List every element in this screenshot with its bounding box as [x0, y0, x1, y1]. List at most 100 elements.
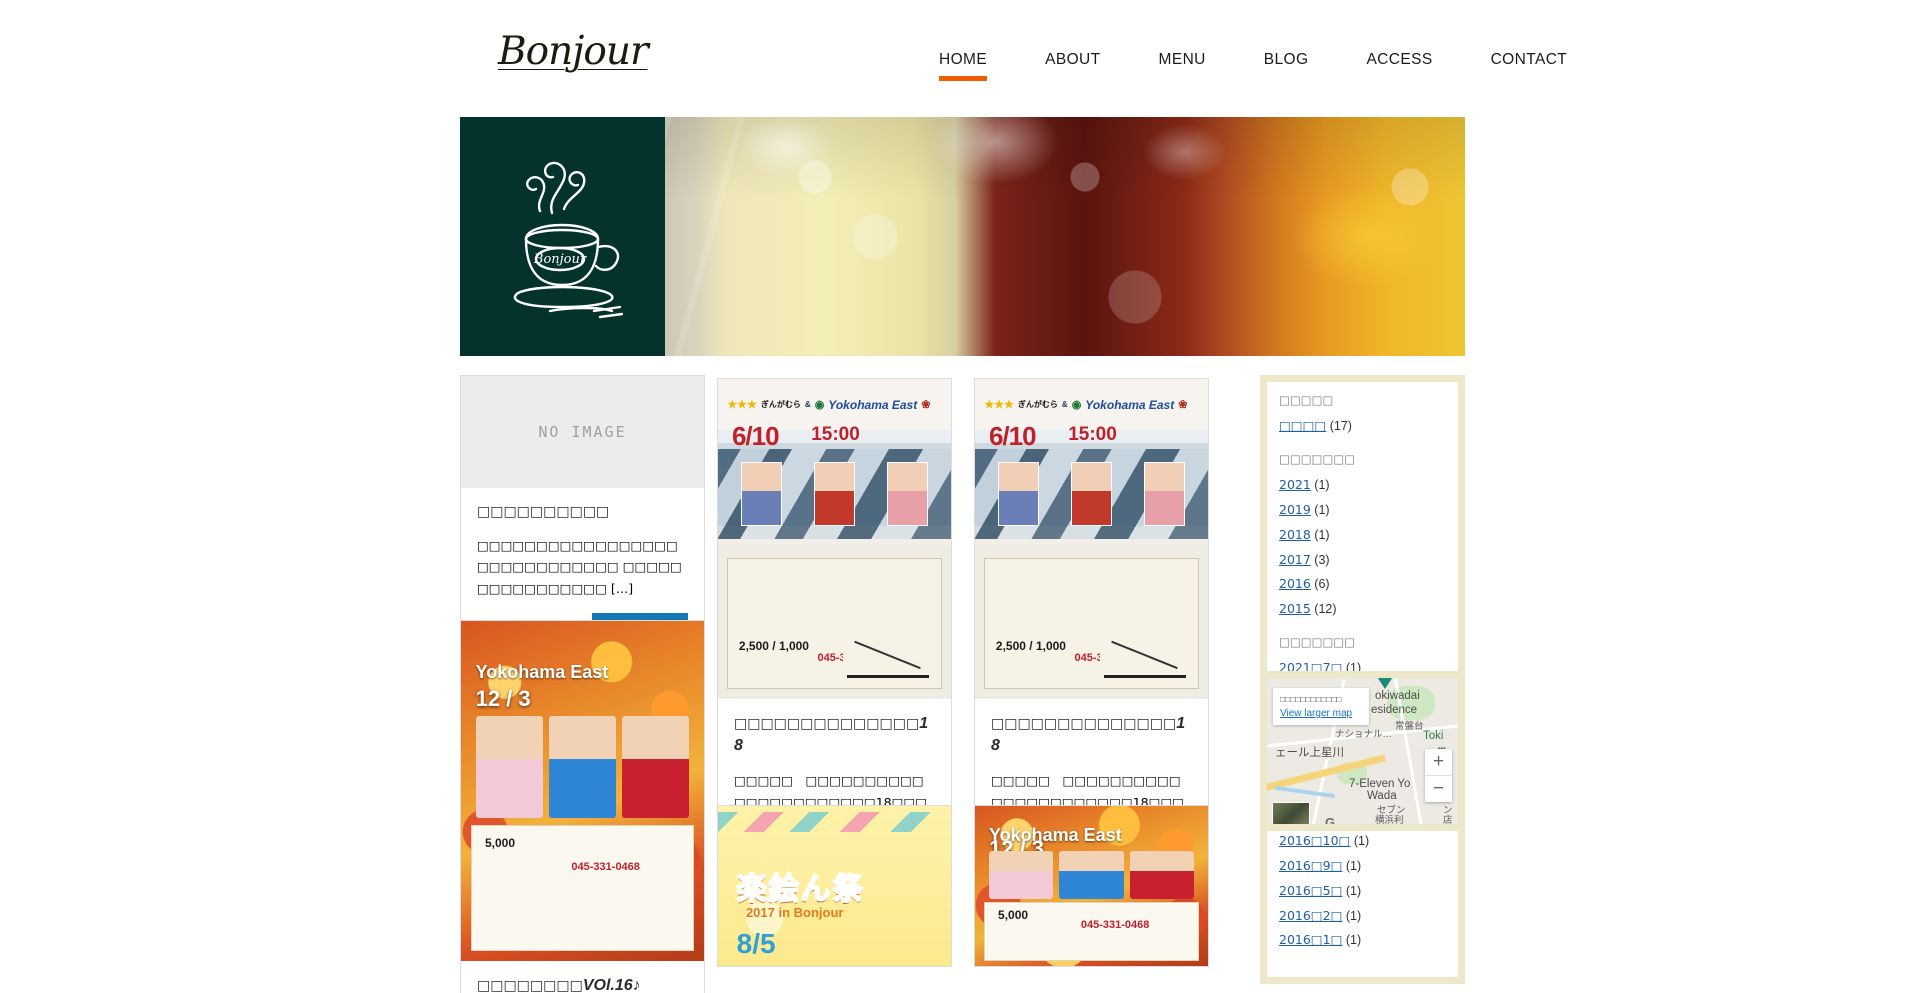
flyer-phone: 045-331-0468	[1080, 919, 1150, 931]
widget-list-item: 2021 (1)	[1279, 473, 1446, 498]
flyer-performers	[475, 716, 690, 819]
map-location-marker[interactable]	[1374, 678, 1396, 689]
concert-flyer-artwork: ★★★ ぎんがむら & ◉ Yokohama East ❀ 6/10 15:00 2,500 /…	[975, 379, 1208, 699]
widget-link[interactable]: 2021	[1279, 477, 1311, 492]
flyer-phone: 045-331-0468	[571, 860, 640, 873]
widget-list: 2021 (1) 2019 (1) 2018 (1) 2017 (3) 2016 (6)…	[1279, 473, 1446, 622]
widget-link[interactable]: 2016□2□	[1279, 908, 1342, 923]
flyer-time: 15:00	[811, 423, 860, 445]
widget-link[interactable]: 2017	[1279, 552, 1311, 567]
nav-item-label: HOME	[939, 51, 988, 68]
flyer-brand: Yokohama East	[475, 661, 609, 682]
poster-date: 8/5	[736, 927, 776, 959]
flyer-info-panel: 5,000 045-331-0468	[984, 902, 1199, 962]
post-title-text: □□□□□□□□□□	[477, 504, 610, 520]
widget-list-item: □□□□ (17)	[1279, 414, 1446, 439]
widget-link[interactable]: 2015	[1279, 601, 1311, 616]
flyer-date: 12 / 3	[475, 685, 531, 711]
flyer-access-map	[1100, 640, 1190, 685]
zoom-in-button[interactable]: +	[1425, 749, 1452, 775]
widget-count: (1)	[1314, 503, 1330, 517]
post-title-number: VOl.16♪	[582, 977, 641, 993]
post-thumbnail[interactable]: Yokohama East 12 / 3 5,000 045-331-0468	[975, 806, 1208, 966]
post-title-text: □□□□□□□□□□□□□□	[991, 716, 1177, 732]
post-card[interactable]: Yokohama East 12 / 3 5,000 045-331-0468	[974, 805, 1209, 967]
site-logo[interactable]: Bonjour	[498, 32, 649, 71]
widget-link[interactable]: 2016□5□	[1279, 883, 1342, 898]
nav-item-label: CONTACT	[1490, 51, 1568, 68]
map-label: ナショナル…	[1335, 729, 1393, 740]
map-label: Toki	[1423, 730, 1444, 742]
map-zoom-controls[interactable]: + −	[1425, 749, 1452, 802]
map-label: Wada	[1367, 790, 1397, 802]
flyer-performers	[988, 850, 1194, 899]
post-title[interactable]: □□□□□□□□□□□□□□18	[991, 713, 1192, 758]
widget-link[interactable]: 2016□1□	[1279, 932, 1342, 947]
widget-count: (3)	[1314, 552, 1330, 567]
nav-item-blog[interactable]: BLOG	[1235, 50, 1338, 70]
widget-list-item: 2019 (1)	[1279, 498, 1446, 523]
post-title[interactable]: □□□□□□□□VOl.16♪	[477, 975, 688, 993]
flyer-info-panel: 5,000 045-331-0468	[470, 825, 695, 951]
nav-active-indicator	[939, 76, 988, 81]
flyer-date: 6/10	[988, 420, 1037, 451]
hero-banner: Bonjour	[460, 117, 1465, 356]
site-header: Bonjour HOME ABOUT MENU BLOG ACCESS CONTACT	[0, 0, 1920, 97]
widget-list-item: 2016□2□ (1)	[1279, 904, 1446, 929]
map-label: 常盤台	[1395, 721, 1424, 732]
post-title-text: □□□□□□□□	[477, 978, 583, 993]
widget-link[interactable]: 2016□9□	[1279, 858, 1342, 873]
concert-flyer-artwork: ★★★ ぎんがむら & ◉ Yokohama East ❀ 6/10 15:00 2,500 /…	[718, 379, 951, 699]
poster-bunting	[718, 812, 951, 832]
widget-list-item: 2018 (1)	[1279, 523, 1446, 548]
post-thumbnail[interactable]: Yokohama East 12 / 3 5,000 045-331-0468	[461, 621, 704, 961]
map-river	[1275, 785, 1335, 799]
post-excerpt: □□□□□□□□□□□□□□□□□□□□□□□□□□□□□ □□□□□□□□□□…	[477, 537, 682, 597]
google-logo: G	[1325, 815, 1336, 824]
post-card[interactable]: NO IMAGE □□□□□□□□□□ □□□□□□□□□□□□□□□□□□□□□□…	[460, 375, 705, 652]
widget-title: □□□□□□□	[1279, 634, 1356, 649]
widget-count: (17)	[1329, 419, 1352, 434]
view-larger-map-link[interactable]: View larger map	[1280, 708, 1362, 719]
nav-item-label: MENU	[1158, 51, 1206, 68]
post-thumbnail[interactable]: ★★★ ぎんがむら & ◉ Yokohama East ❀ 6/10 15:00 2,500 /…	[975, 379, 1208, 699]
widget-list-item: 2016□10□ (1)	[1279, 829, 1446, 854]
street-view-thumbnail[interactable]	[1272, 802, 1310, 824]
post-title[interactable]: □□□□□□□□□□□□□□18	[734, 713, 935, 758]
map-info-window: □□□□□□□□□□□□ View larger map	[1273, 688, 1369, 725]
google-map-embed[interactable]: okiwadai esidence 常盤台 ナショナル… Toki 常 ェール上…	[1267, 678, 1458, 824]
nav-item-about[interactable]: ABOUT	[1016, 50, 1129, 70]
post-thumbnail[interactable]: 楽絵ん祭 2017 in Bonjour 8/5	[718, 806, 951, 966]
zoom-out-button[interactable]: −	[1425, 776, 1452, 802]
flyer-performers	[998, 462, 1185, 527]
flyer-price: 5,000	[998, 907, 1029, 922]
map-label: 横浜利	[1375, 815, 1404, 824]
nav-item-access[interactable]: ACCESS	[1337, 50, 1461, 70]
nav-item-label: BLOG	[1263, 51, 1309, 68]
widget-link[interactable]: □□□□	[1279, 418, 1326, 433]
nav-item-menu[interactable]: MENU	[1130, 50, 1235, 70]
post-title[interactable]: □□□□□□□□□□	[477, 502, 688, 523]
nav-item-contact[interactable]: CONTACT	[1462, 50, 1597, 70]
widget-link[interactable]: 2018	[1279, 527, 1311, 542]
post-card[interactable]: Yokohama East 12 / 3 5,000 045-331-0468 □□□□…	[460, 620, 705, 993]
map-label: esidence	[1371, 704, 1418, 716]
post-card[interactable]: 楽絵ん祭 2017 in Bonjour 8/5	[717, 805, 952, 967]
nav-item-label: ABOUT	[1045, 51, 1101, 68]
widget-list: □□□□ (17)	[1279, 414, 1446, 439]
map-widget-frame: okiwadai esidence 常盤台 ナショナル… Toki 常 ェール上…	[1260, 671, 1465, 831]
widget-link[interactable]: 2016	[1279, 576, 1311, 591]
flyer-info-panel: 2,500 / 1,000045-331-0468	[984, 558, 1199, 690]
map-label: okiwadai	[1375, 690, 1420, 702]
widget-count: (1)	[1345, 883, 1362, 898]
map-label: ェール上星川	[1275, 747, 1344, 759]
flyer-price: 2,500 / 1,000	[738, 639, 809, 654]
map-info-title: □□□□□□□□□□□□	[1280, 694, 1342, 704]
post-title-text: □□□□□□□□□□□□□□	[734, 716, 920, 732]
christmas-flyer-artwork: Yokohama East 12 / 3 5,000 045-331-0468	[975, 806, 1208, 966]
post-thumbnail[interactable]: NO IMAGE	[461, 376, 704, 488]
nav-item-home[interactable]: HOME	[910, 50, 1016, 81]
widget-link[interactable]: 2016□10□	[1279, 833, 1350, 848]
post-thumbnail[interactable]: ★★★ ぎんがむら & ◉ Yokohama East ❀ 6/10 15:00 2,500 /…	[718, 379, 951, 699]
widget-link[interactable]: 2019	[1279, 502, 1311, 517]
